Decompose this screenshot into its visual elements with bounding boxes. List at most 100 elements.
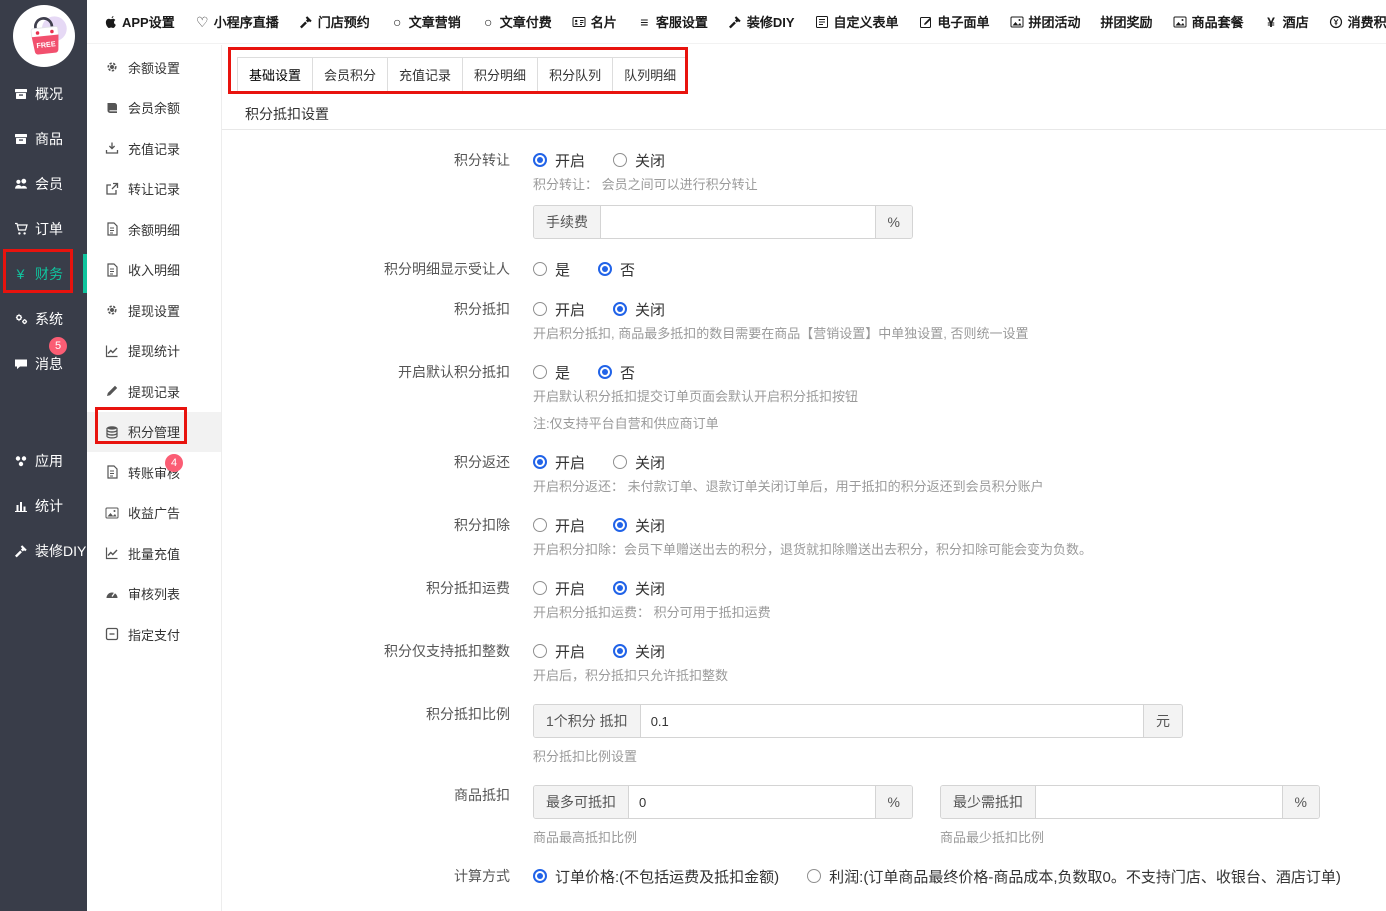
radio-unchecked-icon[interactable] [533,644,547,658]
sidebar-item-会员[interactable]: 会员 [0,161,87,206]
top-nav-item-客服设置[interactable]: ≡客服设置 [637,12,708,31]
radio-checked-icon[interactable] [533,869,547,883]
submenu-item-转账审核[interactable]: 转账审核4 [87,452,221,493]
sidebar-item-财务[interactable]: ¥财务 [0,251,87,296]
radio-checked-icon[interactable] [613,302,627,316]
radio-option[interactable]: 关闭 [613,299,665,320]
circle-icon: ○ [390,14,405,29]
radio-option[interactable]: 关闭 [613,578,665,599]
sidebar-item-商品[interactable]: 商品 [0,116,87,161]
submenu-item-label: 充值记录 [128,139,180,158]
radio-unchecked-icon[interactable] [533,365,547,379]
form-row: 积分抵扣比例1个积分 抵扣元积分抵扣比例设置 [245,704,1386,765]
radio-unchecked-icon[interactable] [613,153,627,167]
radio-option[interactable]: 关闭 [613,515,665,536]
tab-基础设置[interactable]: 基础设置 [237,57,313,94]
submenu-item-余额明细[interactable]: 余额明细 [87,209,221,250]
tab-充值记录[interactable]: 充值记录 [387,57,463,94]
submenu-item-提现设置[interactable]: 提现设置 [87,290,221,331]
submenu-item-收益广告[interactable]: 收益广告 [87,493,221,534]
radio-option[interactable]: 是 [533,259,570,280]
tab-积分明细[interactable]: 积分明细 [462,57,538,94]
submenu-item-转让记录[interactable]: 转让记录 [87,169,221,210]
top-nav-item-文章营销[interactable]: ○文章营销 [390,12,461,31]
submenu-item-提现记录[interactable]: 提现记录 [87,371,221,412]
radio-unchecked-icon[interactable] [533,581,547,595]
radio-checked-icon[interactable] [533,455,547,469]
top-nav-item-酒店[interactable]: ¥酒店 [1264,12,1309,31]
top-nav-item-电子面单[interactable]: 电子面单 [919,12,990,31]
sidebar-item-统计[interactable]: 统计 [0,483,87,528]
radio-unchecked-icon[interactable] [807,869,821,883]
top-nav-item-门店预约[interactable]: 门店预约 [299,12,370,31]
submenu-item-批量充值[interactable]: 批量充值 [87,533,221,574]
radio-unchecked-icon[interactable] [533,302,547,316]
radio-option-label: 关闭 [635,452,665,473]
submenu-item-积分管理[interactable]: 积分管理 [87,412,221,453]
tab-队列明细[interactable]: 队列明细 [612,57,688,94]
top-nav-item-装修DIY[interactable]: 装修DIY [728,12,795,31]
sidebar-item-应用[interactable]: 应用 [0,438,87,483]
radio-option[interactable]: 关闭 [613,641,665,662]
radio-option[interactable]: 开启 [533,515,585,536]
submenu-item-审核列表[interactable]: 审核列表 [87,574,221,615]
radio-option[interactable]: 关闭 [613,150,665,171]
radio-checked-icon[interactable] [613,644,627,658]
top-nav-item-消费积分[interactable]: 消费积分 [1329,12,1386,31]
radio-unchecked-icon[interactable] [613,455,627,469]
radio-checked-icon[interactable] [533,153,547,167]
tab-积分队列[interactable]: 积分队列 [537,57,613,94]
radio-checked-icon[interactable] [598,365,612,379]
tab-会员积分[interactable]: 会员积分 [312,57,388,94]
top-nav-item-自定义表单[interactable]: 自定义表单 [815,12,899,31]
radio-option[interactable]: 关闭 [613,452,665,473]
sidebar-item-订单[interactable]: 订单 [0,206,87,251]
submenu-item-指定支付[interactable]: 指定支付 [87,614,221,655]
top-nav-item-商品套餐[interactable]: 商品套餐 [1173,12,1244,31]
radio-option[interactable]: 利润:(订单商品最终价格-商品成本,负数取0。不支持门店、收银台、酒店订单) [807,866,1341,887]
text-input[interactable] [1036,786,1282,818]
top-nav-item-名片[interactable]: 名片 [572,12,617,31]
radio-option[interactable]: 开启 [533,452,585,473]
radio-unchecked-icon[interactable] [533,518,547,532]
submenu-item-充值记录[interactable]: 充值记录 [87,128,221,169]
top-nav-item-小程序直播[interactable]: ♡小程序直播 [195,12,279,31]
top-nav-item-拼团活动[interactable]: 拼团活动 [1010,12,1081,31]
radio-unchecked-icon[interactable] [533,262,547,276]
text-input[interactable] [629,786,875,818]
radio-checked-icon[interactable] [613,518,627,532]
radio-option-label: 关闭 [635,578,665,599]
sidebar-item-消息[interactable]: 消息5 [0,341,87,386]
form-row: 开启默认积分抵扣是否开启默认积分抵扣提交订单页面会默认开启积分抵扣按钮注:仅支持… [245,362,1386,432]
app-logo[interactable]: FREE [13,5,75,67]
radio-option[interactable]: 开启 [533,578,585,599]
text-input[interactable] [601,206,875,238]
sidebar-item-label: 会员 [35,174,63,194]
radio-option[interactable]: 否 [598,259,635,280]
text-input[interactable] [641,705,1143,737]
sidebar-item-label: 概况 [35,84,63,104]
sidebar-item-label: 系统 [35,309,63,329]
sidebar-item-概况[interactable]: 概况 [0,71,87,116]
radio-option[interactable]: 开启 [533,150,585,171]
sidebar-item-装修DIY[interactable]: 装修DIY [0,528,87,573]
input-prefix-label: 最少需抵扣 [941,786,1036,818]
image-icon [104,505,119,520]
submenu-item-余额设置[interactable]: 余额设置 [87,47,221,88]
radio-option[interactable]: 否 [598,362,635,383]
gauge-icon [104,586,119,601]
radio-option[interactable]: 是 [533,362,570,383]
radio-option[interactable]: 订单价格:(不包括运费及抵扣金额) [533,866,779,887]
top-nav-item-APP设置[interactable]: APP设置 [103,12,175,31]
sidebar-item-系统[interactable]: 系统 [0,296,87,341]
radio-checked-icon[interactable] [598,262,612,276]
radio-option[interactable]: 开启 [533,299,585,320]
submenu-item-会员余额[interactable]: 会员余额 [87,88,221,129]
submenu-item-收入明细[interactable]: 收入明细 [87,250,221,291]
radio-checked-icon[interactable] [613,581,627,595]
points-settings-form: 积分转让开启关闭积分转让： 会员之间可以进行积分转让手续费%积分明细显示受让人是… [222,130,1386,886]
top-nav-item-文章付费[interactable]: ○文章付费 [481,12,552,31]
radio-option[interactable]: 开启 [533,641,585,662]
top-nav-item-拼团奖励[interactable]: 拼团奖励 [1101,12,1153,31]
submenu-item-提现统计[interactable]: 提现统计 [87,331,221,372]
